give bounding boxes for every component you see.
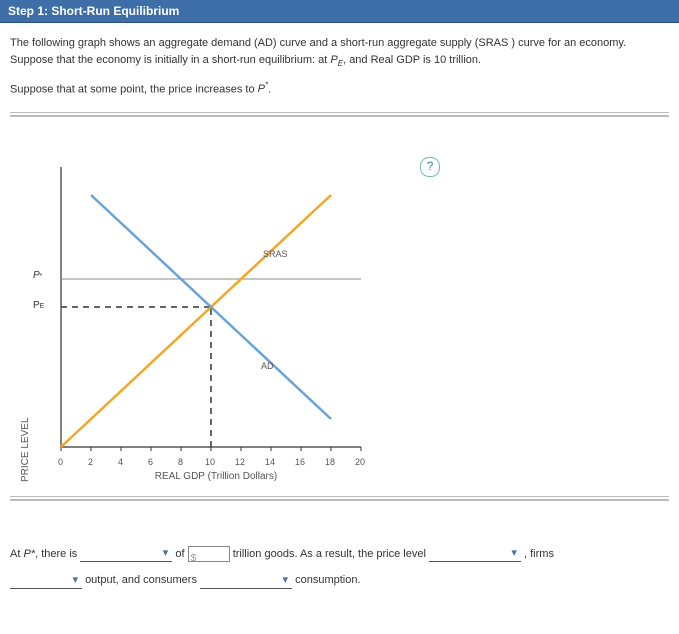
step-header: Step 1: Short-Run Equilibrium	[0, 0, 679, 23]
intro-text: .	[268, 83, 271, 95]
divider	[10, 112, 669, 117]
intro-block: The following graph shows an aggregate d…	[10, 35, 669, 98]
xtick: 20	[355, 457, 365, 467]
plot: SRAS AD 0 2 4 6 8 10 12 14 16 18 20 REAL…	[51, 157, 381, 482]
symbol-p: P	[23, 548, 30, 560]
fill-text: , firms	[524, 548, 554, 560]
xtick: 14	[265, 457, 275, 467]
dropdown-price-direction[interactable]: ▾	[429, 545, 521, 562]
chevron-down-icon: ▾	[72, 567, 78, 593]
content-area: The following graph shows an aggregate d…	[0, 23, 679, 634]
intro-text: The following graph shows an aggregate d…	[10, 37, 626, 66]
xtick: 4	[118, 457, 123, 467]
symbol-p: P	[330, 54, 337, 66]
fill-text: At	[10, 548, 23, 560]
fill-text: trillion goods. As a result, the price l…	[233, 548, 429, 560]
x-axis-label: REAL GDP (Trillion Dollars)	[51, 471, 381, 482]
fill-text: consumption.	[295, 574, 360, 586]
sras-line	[61, 195, 331, 447]
sras-label: SRAS	[263, 249, 288, 259]
xtick: 12	[235, 457, 245, 467]
divider	[10, 496, 669, 501]
xtick: 6	[148, 457, 153, 467]
xtick: 18	[325, 457, 335, 467]
help-icon: ?	[427, 159, 434, 173]
chart-block: ? PRICE LEVEL P* PE	[20, 157, 440, 482]
fill-in-block: At P*, there is ▾ of $ trillion goods. A…	[10, 541, 669, 594]
intro-paragraph-2: Suppose that at some point, the price in…	[10, 80, 669, 98]
intro-text: Suppose that at some point, the price in…	[10, 83, 258, 95]
chevron-down-icon: ▾	[163, 540, 169, 566]
fill-text: of	[175, 548, 187, 560]
ytick-pstar: P*	[33, 270, 42, 281]
x-tick-labels: 0 2 4 6 8 10 12 14 16 18 20	[51, 457, 381, 469]
intro-paragraph-1: The following graph shows an aggregate d…	[10, 35, 669, 70]
ytick-pe: PE	[33, 300, 44, 311]
fill-text: , there is	[35, 548, 80, 560]
dropdown-consumers-action[interactable]: ▾	[200, 572, 292, 589]
dropdown-surplus-shortage[interactable]: ▾	[80, 545, 172, 562]
plot-wrap: PRICE LEVEL P* PE	[20, 157, 440, 482]
y-tick-labels: P* PE	[33, 157, 51, 457]
xtick: 0	[58, 457, 63, 467]
xtick: 8	[178, 457, 183, 467]
chevron-down-icon: ▾	[283, 567, 289, 593]
dropdown-firms-action[interactable]: ▾	[10, 572, 82, 589]
ad-label: AD	[261, 361, 274, 371]
step-title: Step 1: Short-Run Equilibrium	[8, 4, 179, 18]
help-button[interactable]: ?	[420, 157, 440, 177]
xtick: 10	[205, 457, 215, 467]
y-axis-label: PRICE LEVEL	[20, 157, 31, 482]
input-placeholder: $	[191, 553, 197, 564]
amount-input[interactable]: $	[188, 546, 230, 562]
symbol-p: P	[258, 83, 265, 95]
xtick: 2	[88, 457, 93, 467]
chevron-down-icon: ▾	[511, 540, 517, 566]
fill-text: output, and consumers	[85, 574, 200, 586]
xtick: 16	[295, 457, 305, 467]
intro-text: , and Real GDP is 10 trillion.	[343, 54, 481, 66]
chart-svg: SRAS AD	[51, 157, 381, 457]
